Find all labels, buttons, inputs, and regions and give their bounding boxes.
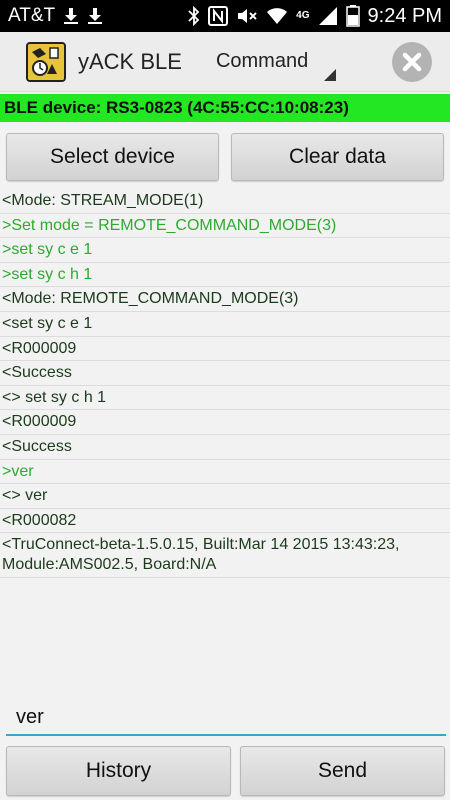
dropdown-arrow-icon bbox=[323, 68, 336, 81]
mode-spinner-value: Command bbox=[215, 49, 309, 72]
battery-icon bbox=[345, 5, 360, 27]
app-logo-icon bbox=[26, 41, 66, 82]
log-entry: <Success bbox=[0, 435, 450, 460]
app-title: yACK BLE bbox=[78, 48, 182, 74]
log-entry: <set sy c e 1 bbox=[0, 312, 450, 337]
clock: 9:24 PM bbox=[367, 4, 442, 27]
log-entry: <TruConnect-beta-1.5.0.15, Built:Mar 14 … bbox=[0, 533, 450, 579]
wifi-icon bbox=[266, 7, 288, 25]
log-entry: >set sy c e 1 bbox=[0, 238, 450, 263]
close-icon bbox=[402, 52, 422, 71]
download-icon bbox=[63, 7, 79, 25]
log-entry: <R000082 bbox=[0, 509, 450, 534]
log-entry: >ver bbox=[0, 460, 450, 485]
log-entry: <> set sy c h 1 bbox=[0, 386, 450, 411]
carrier-label: AT&T bbox=[8, 5, 56, 26]
nfc-icon bbox=[208, 6, 229, 26]
log-entry: <Success bbox=[0, 361, 450, 386]
log-entry: >set sy c h 1 bbox=[0, 263, 450, 288]
log-list[interactable]: <Mode: STREAM_MODE(1) >Set mode = REMOTE… bbox=[0, 189, 450, 579]
send-button[interactable]: Send bbox=[240, 746, 445, 796]
action-bar: yACK BLE Command bbox=[0, 32, 450, 92]
download-icon bbox=[87, 7, 103, 25]
log-entry: <Mode: REMOTE_COMMAND_MODE(3) bbox=[0, 287, 450, 312]
log-entry: >Set mode = REMOTE_COMMAND_MODE(3) bbox=[0, 214, 450, 239]
4g-lte-icon: 4G bbox=[296, 10, 310, 21]
log-entry: <R000009 bbox=[0, 337, 450, 362]
mute-icon bbox=[236, 6, 258, 26]
status-bar: AT&T 4G 9:24 PM bbox=[0, 0, 450, 32]
select-device-button[interactable]: Select device bbox=[6, 133, 219, 181]
close-button[interactable] bbox=[392, 41, 432, 82]
log-entry: <R000009 bbox=[0, 410, 450, 435]
clear-data-button[interactable]: Clear data bbox=[231, 133, 444, 181]
log-entry: <> ver bbox=[0, 484, 450, 509]
bluetooth-icon bbox=[188, 6, 200, 26]
mode-spinner[interactable]: Command bbox=[216, 37, 336, 87]
ble-device-label: BLE device: RS3-0823 (4C:55:CC:10:08:23) bbox=[4, 98, 349, 117]
log-entry: <Mode: STREAM_MODE(1) bbox=[0, 189, 450, 214]
history-button[interactable]: History bbox=[6, 746, 231, 796]
ble-device-banner: BLE device: RS3-0823 (4C:55:CC:10:08:23) bbox=[0, 94, 450, 122]
command-input[interactable] bbox=[6, 700, 446, 736]
signal-icon bbox=[318, 6, 338, 26]
